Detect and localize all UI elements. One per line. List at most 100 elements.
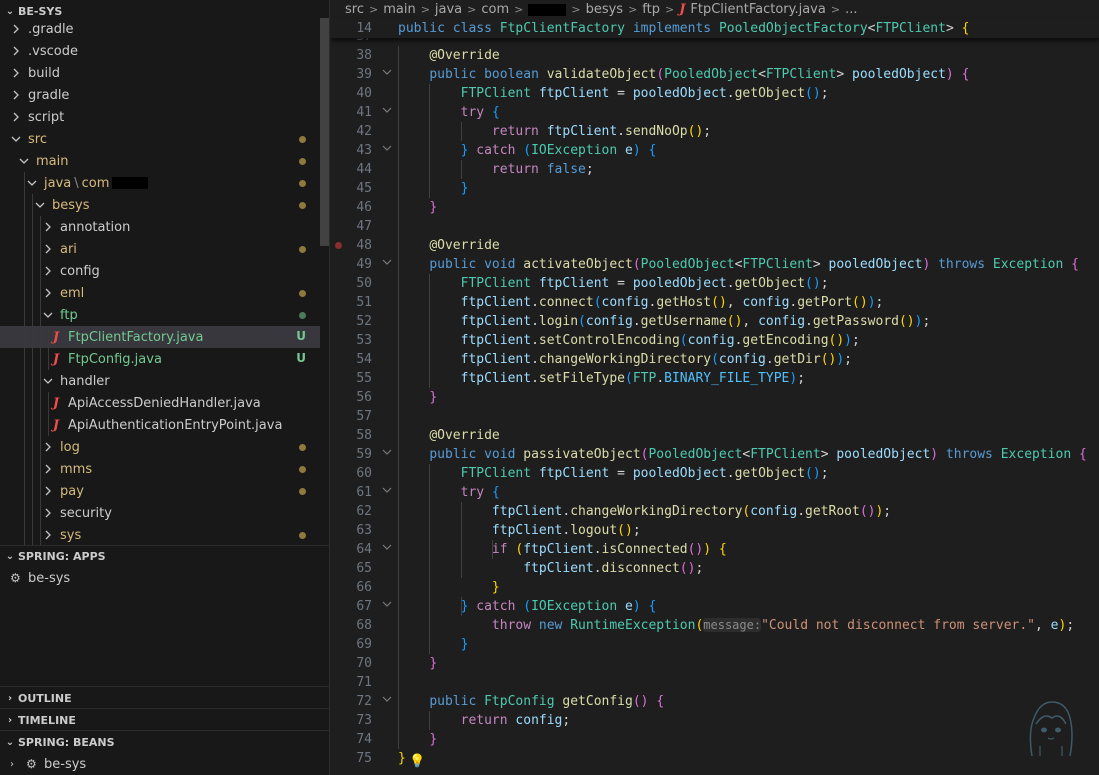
outline-header[interactable]: › OUTLINE xyxy=(0,687,329,709)
spring-bean-item[interactable]: › ⚙ be-sys xyxy=(0,753,329,775)
tree-folder-item[interactable]: gradle xyxy=(0,84,320,106)
code-editor[interactable]: src > main > java > com > > besys > ftp > J FtpClientF… xyxy=(331,0,1099,775)
code-line[interactable]: 69 } xyxy=(331,635,1099,654)
chevron-down-icon[interactable] xyxy=(24,172,40,194)
chevron-right-icon[interactable] xyxy=(40,480,56,502)
tree-folder-item[interactable]: mms xyxy=(0,458,320,480)
tree-file-item[interactable]: J ApiAuthenticationEntryPoint.java xyxy=(0,414,320,436)
chevron-right-icon[interactable] xyxy=(8,62,24,84)
code-line[interactable]: 39 public boolean validateObject(PooledO… xyxy=(331,65,1099,84)
tree-folder-item[interactable]: config xyxy=(0,260,320,282)
tree-folder-item[interactable]: script xyxy=(0,106,320,128)
tree-folder-item[interactable]: handler xyxy=(0,370,320,392)
breadcrumb-item[interactable]: FtpClientFactory.java xyxy=(690,2,825,17)
code-line[interactable]: 57 xyxy=(331,407,1099,426)
code-line[interactable]: 72 public FtpConfig getConfig() { xyxy=(331,692,1099,711)
chevron-down-icon[interactable] xyxy=(8,128,24,150)
code-line[interactable]: 44 return false; xyxy=(331,160,1099,179)
timeline-header[interactable]: › TIMELINE xyxy=(0,709,329,731)
code-line[interactable]: 46 } xyxy=(331,198,1099,217)
code-line[interactable]: 53 ftpClient.setControlEncoding(config.g… xyxy=(331,331,1099,350)
code-line[interactable]: 54 ftpClient.changeWorkingDirectory(conf… xyxy=(331,350,1099,369)
fold-chevron-icon[interactable] xyxy=(381,597,393,616)
code-line[interactable]: 62 ftpClient.changeWorkingDirectory(conf… xyxy=(331,502,1099,521)
chevron-right-icon[interactable] xyxy=(40,436,56,458)
chevron-right-icon[interactable] xyxy=(8,106,24,128)
tree-folder-item[interactable]: .gradle xyxy=(0,18,320,40)
spring-apps-header[interactable]: ⌄ SPRING: APPS xyxy=(0,545,329,567)
code-line[interactable]: 61 try { xyxy=(331,483,1099,502)
fold-chevron-icon[interactable] xyxy=(381,692,393,711)
code-line[interactable]: 75} xyxy=(331,749,1099,768)
lightbulb-icon[interactable]: 💡 xyxy=(409,754,425,769)
fold-chevron-icon[interactable] xyxy=(381,255,393,274)
spring-beans-header[interactable]: ⌄ SPRING: BEANS xyxy=(0,731,329,753)
chevron-right-icon[interactable] xyxy=(8,18,24,40)
chevron-right-icon[interactable] xyxy=(8,40,24,62)
tree-file-item[interactable]: J ApiAccessDeniedHandler.java xyxy=(0,392,320,414)
code-line[interactable]: 60 FTPClient ftpClient = pooledObject.ge… xyxy=(331,464,1099,483)
tree-folder-item[interactable]: main xyxy=(0,150,320,172)
code-line[interactable]: 45 } xyxy=(331,179,1099,198)
fold-chevron-icon[interactable] xyxy=(381,445,393,464)
code-line[interactable]: 38 @Override xyxy=(331,46,1099,65)
fold-chevron-icon[interactable] xyxy=(381,540,393,559)
breadcrumb-item[interactable]: com xyxy=(481,2,509,17)
code-line[interactable]: 59 public void passivateObject(PooledObj… xyxy=(331,445,1099,464)
code-line[interactable]: 37 xyxy=(331,38,1099,46)
tree-folder-item[interactable]: security xyxy=(0,502,320,524)
breadcrumb-item[interactable]: ... xyxy=(845,2,857,17)
code-line[interactable]: 49 public void activateObject(PooledObje… xyxy=(331,255,1099,274)
code-line[interactable]: 52 ftpClient.login(config.getUsername(),… xyxy=(331,312,1099,331)
breadcrumb-item[interactable]: besys xyxy=(586,2,624,17)
code-line[interactable]: 63 ftpClient.logout(); xyxy=(331,521,1099,540)
chevron-down-icon[interactable] xyxy=(40,370,56,392)
code-line[interactable]: 42 return ftpClient.sendNoOp(); xyxy=(331,122,1099,141)
code-lines[interactable]: 14 public class FtpClientFactory implemen… xyxy=(331,19,1099,768)
tree-folder-item[interactable]: ari xyxy=(0,238,320,260)
chevron-down-icon[interactable] xyxy=(16,150,32,172)
code-line[interactable]: 64 if (ftpClient.isConnected()) { xyxy=(331,540,1099,559)
code-line[interactable]: 48 @Override xyxy=(331,236,1099,255)
chevron-right-icon[interactable] xyxy=(40,216,56,238)
code-line[interactable]: 70 } xyxy=(331,654,1099,673)
tree-folder-item[interactable]: annotation xyxy=(0,216,320,238)
code-line[interactable]: 71 xyxy=(331,673,1099,692)
code-line[interactable]: 56 } xyxy=(331,388,1099,407)
breadcrumb-item[interactable]: main xyxy=(383,2,415,17)
code-line[interactable]: 73 return config; xyxy=(331,711,1099,730)
chevron-down-icon[interactable] xyxy=(32,194,48,216)
tree-folder-item[interactable]: besys xyxy=(0,194,320,216)
chevron-right-icon[interactable] xyxy=(40,524,56,546)
chevron-right-icon[interactable] xyxy=(40,282,56,304)
tree-folder-item[interactable]: log xyxy=(0,436,320,458)
tree-folder-item[interactable]: sys xyxy=(0,524,320,546)
code-line[interactable]: 66 } xyxy=(331,578,1099,597)
chevron-down-icon[interactable] xyxy=(40,304,56,326)
chevron-right-icon[interactable] xyxy=(40,260,56,282)
tree-scrollbar[interactable] xyxy=(320,18,329,246)
tree-folder-item[interactable]: src xyxy=(0,128,320,150)
tree-folder-item[interactable]: ftp xyxy=(0,304,320,326)
breadcrumb-item[interactable]: java xyxy=(435,2,462,17)
breadcrumb-item[interactable]: src xyxy=(345,2,364,17)
tree-folder-item[interactable]: java \ com xyxy=(0,172,320,194)
code-line[interactable]: 43 } catch (IOException e) { xyxy=(331,141,1099,160)
fold-chevron-icon[interactable] xyxy=(381,103,393,122)
tree-file-item[interactable]: J FtpConfig.java U xyxy=(0,348,320,370)
fold-chevron-icon[interactable] xyxy=(381,65,393,84)
code-line[interactable]: 68 throw new RuntimeException(message:"C… xyxy=(331,616,1099,635)
tree-folder-item[interactable]: pay xyxy=(0,480,320,502)
code-line[interactable]: 47 xyxy=(331,217,1099,236)
code-line[interactable]: 51 ftpClient.connect(config.getHost(), c… xyxy=(331,293,1099,312)
breadcrumb-item[interactable]: ftp xyxy=(642,2,660,17)
code-line[interactable]: 55 ftpClient.setFileType(FTP.BINARY_FILE… xyxy=(331,369,1099,388)
code-line[interactable]: 67 } catch (IOException e) { xyxy=(331,597,1099,616)
tree-file-item[interactable]: J FtpClientFactory.java U xyxy=(0,326,320,348)
fold-chevron-icon[interactable] xyxy=(381,141,393,160)
tree-folder-item[interactable]: .vscode xyxy=(0,40,320,62)
sticky-scroll-line[interactable]: 14 public class FtpClientFactory implemen… xyxy=(331,19,1099,38)
code-line[interactable]: 41 try { xyxy=(331,103,1099,122)
code-line[interactable]: 65 ftpClient.disconnect(); xyxy=(331,559,1099,578)
code-line[interactable]: 40 FTPClient ftpClient = pooledObject.ge… xyxy=(331,84,1099,103)
